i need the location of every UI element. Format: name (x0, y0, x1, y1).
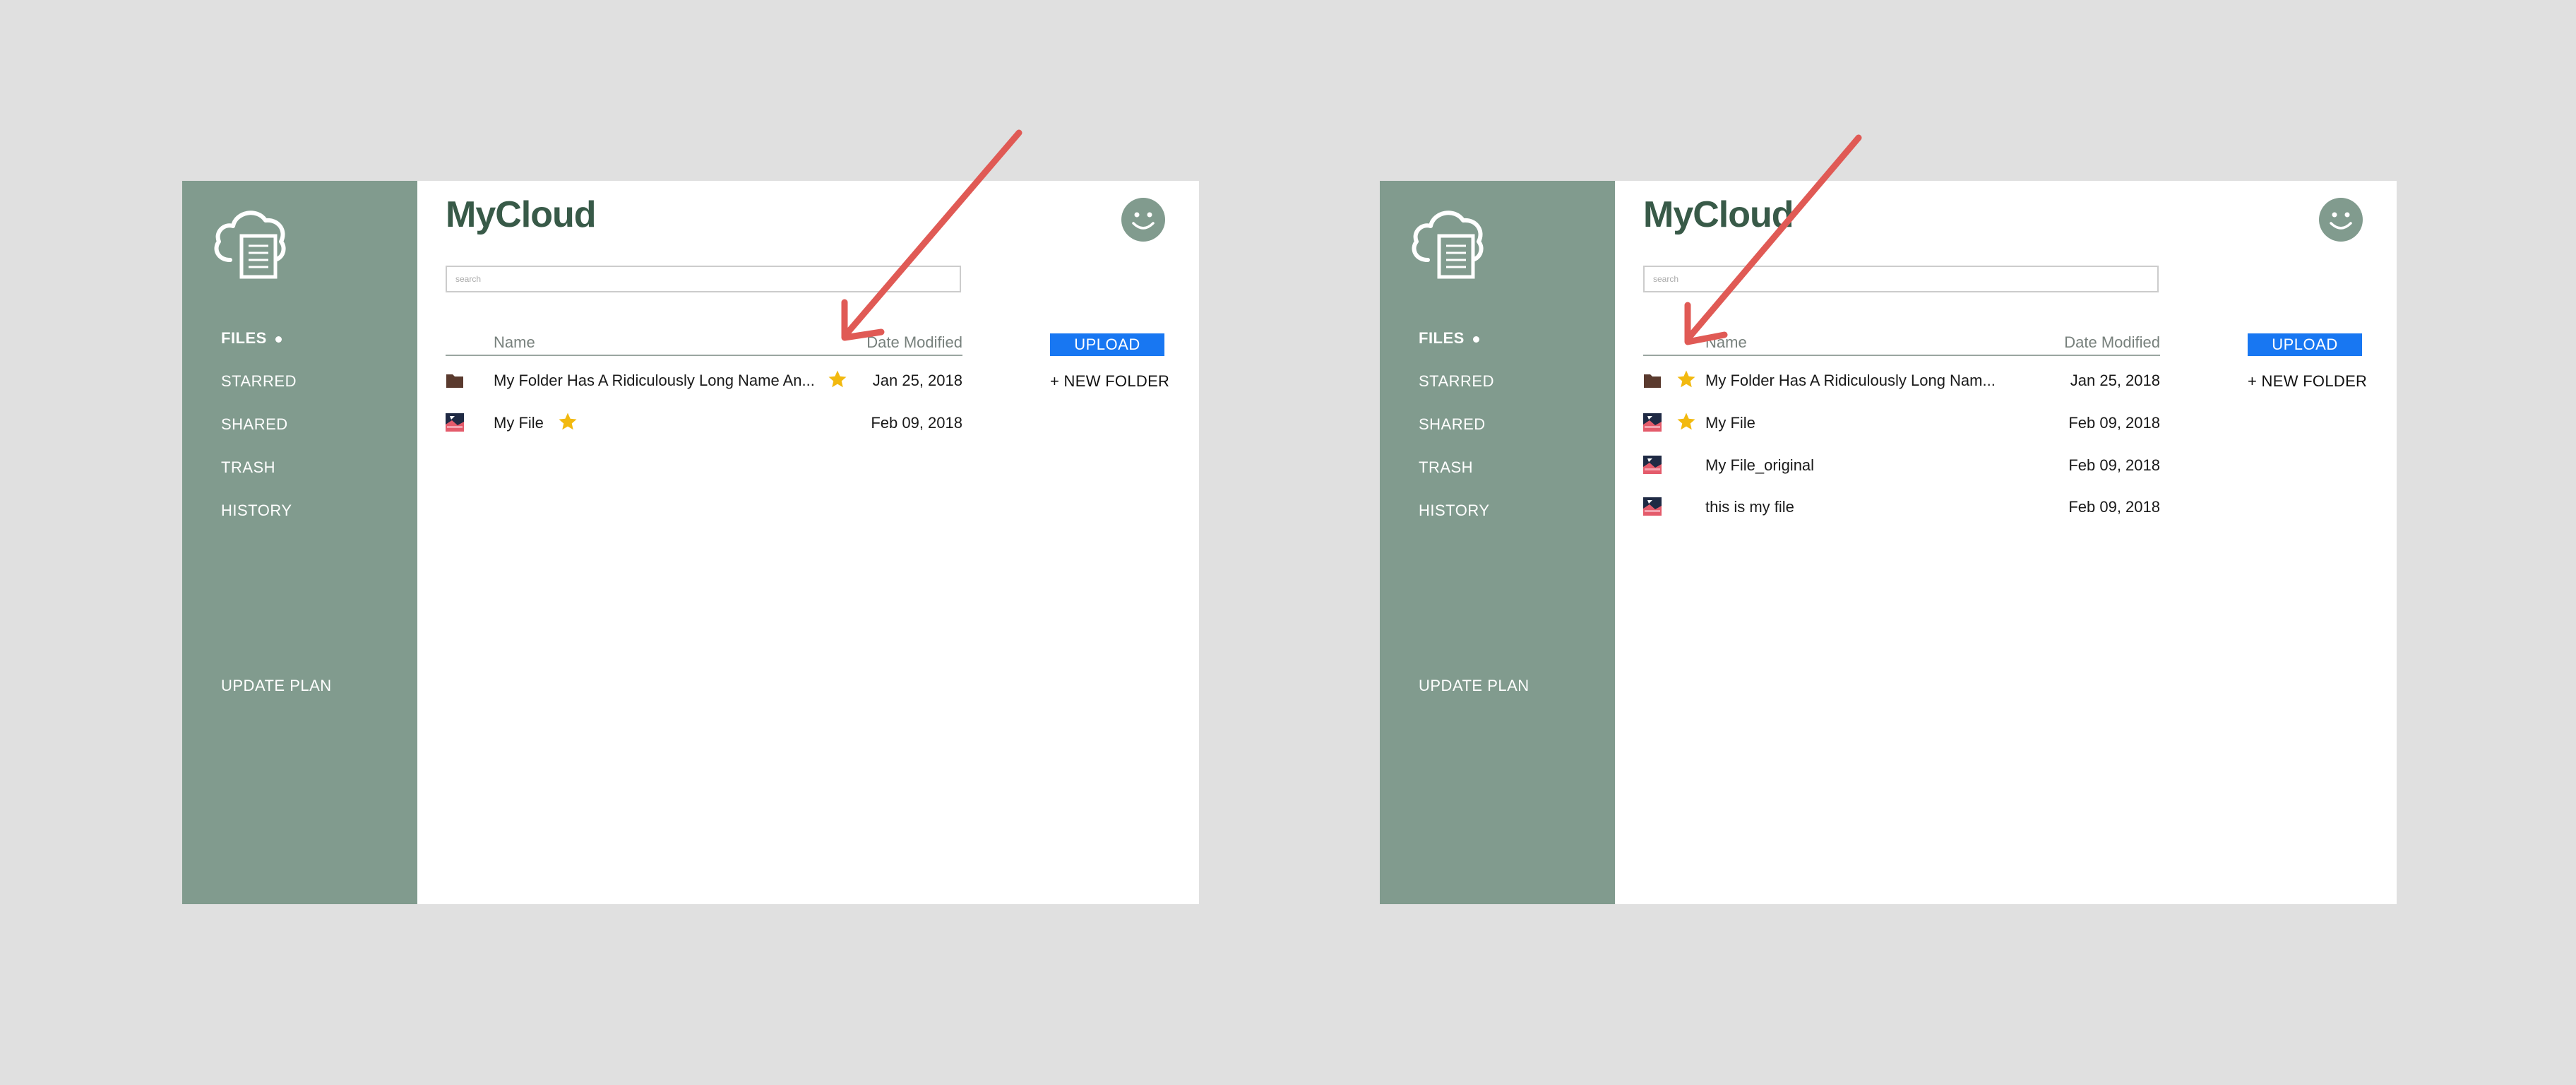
file-row[interactable]: My Folder Has A Ridiculously Long Nam...… (1643, 366, 2160, 394)
file-date: Feb 09, 2018 (871, 414, 962, 432)
file-table-header: Name Date Modified (446, 333, 962, 356)
search-input[interactable] (446, 266, 961, 292)
nav-item-history[interactable]: HISTORY (221, 502, 297, 545)
upload-button[interactable]: UPLOAD (2248, 333, 2362, 356)
upload-button[interactable]: UPLOAD (1050, 333, 1164, 356)
column-header-name[interactable]: Name (1705, 333, 1747, 352)
file-date: Feb 09, 2018 (2068, 414, 2160, 432)
nav-item-files[interactable]: FILES (1419, 329, 1494, 372)
nav-item-trash[interactable]: TRASH (221, 458, 297, 502)
file-row[interactable]: My File Feb 09, 2018 (1643, 408, 2160, 437)
app-window-after: FILES STARRED SHARED TRASH HISTORY UPDAT… (1380, 181, 2397, 904)
sidebar-nav: FILES STARRED SHARED TRASH HISTORY (1419, 329, 1494, 545)
sidebar: FILES STARRED SHARED TRASH HISTORY UPDAT… (1380, 181, 1615, 904)
image-file-icon (1643, 497, 1662, 516)
folder-icon (446, 374, 463, 388)
file-name: this is my file (1705, 498, 1794, 516)
brand-title: MyCloud (446, 194, 597, 235)
file-row[interactable]: My File_original Feb 09, 2018 (1643, 451, 2160, 479)
smiley-icon[interactable] (1121, 198, 1165, 242)
cloud-document-icon[interactable] (1408, 202, 1487, 280)
smiley-icon[interactable] (2319, 198, 2363, 242)
update-plan-link[interactable]: UPDATE PLAN (221, 677, 332, 695)
file-date: Feb 09, 2018 (2068, 498, 2160, 516)
file-name: My Folder Has A Ridiculously Long Name A… (494, 372, 815, 389)
file-row[interactable]: My File Feb 09, 2018 (446, 408, 962, 437)
file-name: My File_original (1705, 456, 1815, 474)
nav-item-shared[interactable]: SHARED (221, 415, 297, 458)
app-window-before: FILES STARRED SHARED TRASH HISTORY UPDAT… (182, 181, 1199, 904)
star-icon[interactable] (1676, 369, 1697, 390)
image-file-icon (1643, 456, 1662, 474)
file-name: My File (494, 414, 544, 432)
brand-title: MyCloud (1643, 194, 1794, 235)
nav-item-starred[interactable]: STARRED (1419, 372, 1494, 415)
file-date: Jan 25, 2018 (2070, 372, 2160, 389)
active-indicator-dot (1472, 336, 1479, 343)
file-date: Feb 09, 2018 (2068, 456, 2160, 474)
sidebar: FILES STARRED SHARED TRASH HISTORY UPDAT… (182, 181, 417, 904)
nav-item-trash[interactable]: TRASH (1419, 458, 1494, 502)
file-row[interactable]: this is my file Feb 09, 2018 (1643, 492, 2160, 521)
folder-icon (1644, 374, 1661, 388)
search-input[interactable] (1643, 266, 2159, 292)
cloud-document-icon[interactable] (210, 202, 290, 280)
file-table-header: Name Date Modified (1643, 333, 2160, 356)
column-header-date[interactable]: Date Modified (2064, 333, 2160, 352)
active-indicator-dot (275, 336, 282, 343)
file-name: My Folder Has A Ridiculously Long Nam... (1705, 372, 1996, 389)
column-header-name[interactable]: Name (494, 333, 535, 352)
new-folder-button[interactable]: + NEW FOLDER (1050, 372, 1169, 391)
sidebar-nav: FILES STARRED SHARED TRASH HISTORY (221, 329, 297, 545)
star-icon[interactable] (1676, 411, 1697, 432)
update-plan-link[interactable]: UPDATE PLAN (1419, 677, 1530, 695)
nav-item-files[interactable]: FILES (221, 329, 297, 372)
nav-item-starred[interactable]: STARRED (221, 372, 297, 415)
file-row[interactable]: My Folder Has A Ridiculously Long Name A… (446, 366, 962, 394)
image-file-icon (446, 413, 464, 432)
nav-item-history[interactable]: HISTORY (1419, 502, 1494, 545)
column-header-date[interactable]: Date Modified (866, 333, 962, 352)
new-folder-button[interactable]: + NEW FOLDER (2248, 372, 2367, 391)
image-file-icon (1643, 413, 1662, 432)
star-icon[interactable] (557, 411, 578, 432)
file-date: Jan 25, 2018 (872, 372, 962, 389)
file-name: My File (1705, 414, 1755, 432)
star-icon[interactable] (827, 369, 848, 390)
nav-item-shared[interactable]: SHARED (1419, 415, 1494, 458)
